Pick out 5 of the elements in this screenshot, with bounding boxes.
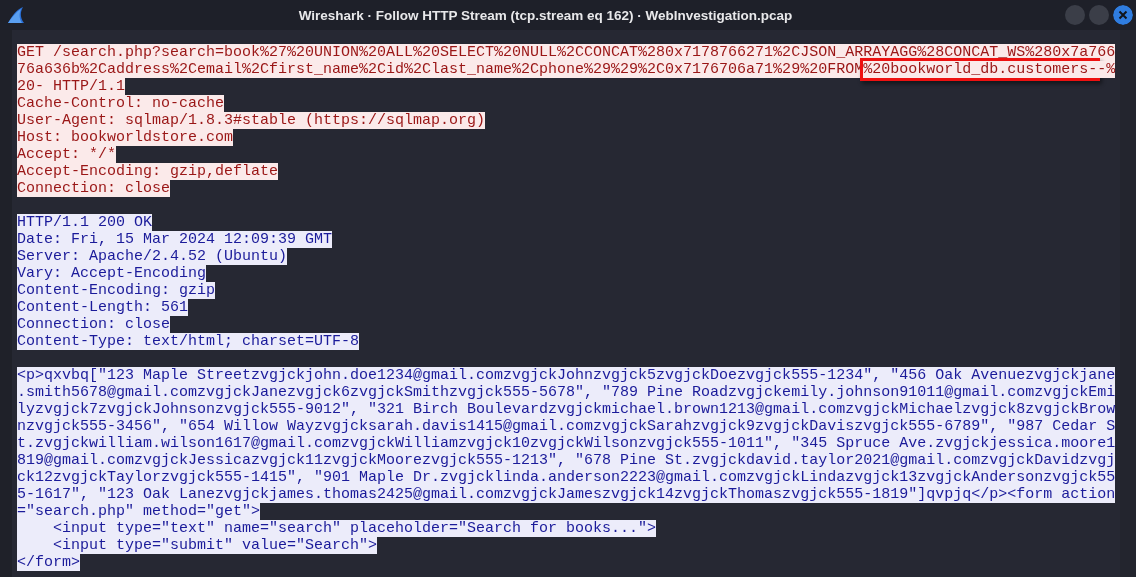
window-title: Wireshark · Follow HTTP Stream (tcp.stream eq 162) · WebInvestigation.pcap bbox=[297, 7, 794, 23]
minimize-button[interactable] bbox=[1065, 5, 1085, 25]
close-icon[interactable] bbox=[1113, 5, 1133, 25]
highlighted-text: %20bookworld_db.customers- bbox=[860, 58, 1101, 81]
shark-fin-icon bbox=[6, 6, 26, 24]
